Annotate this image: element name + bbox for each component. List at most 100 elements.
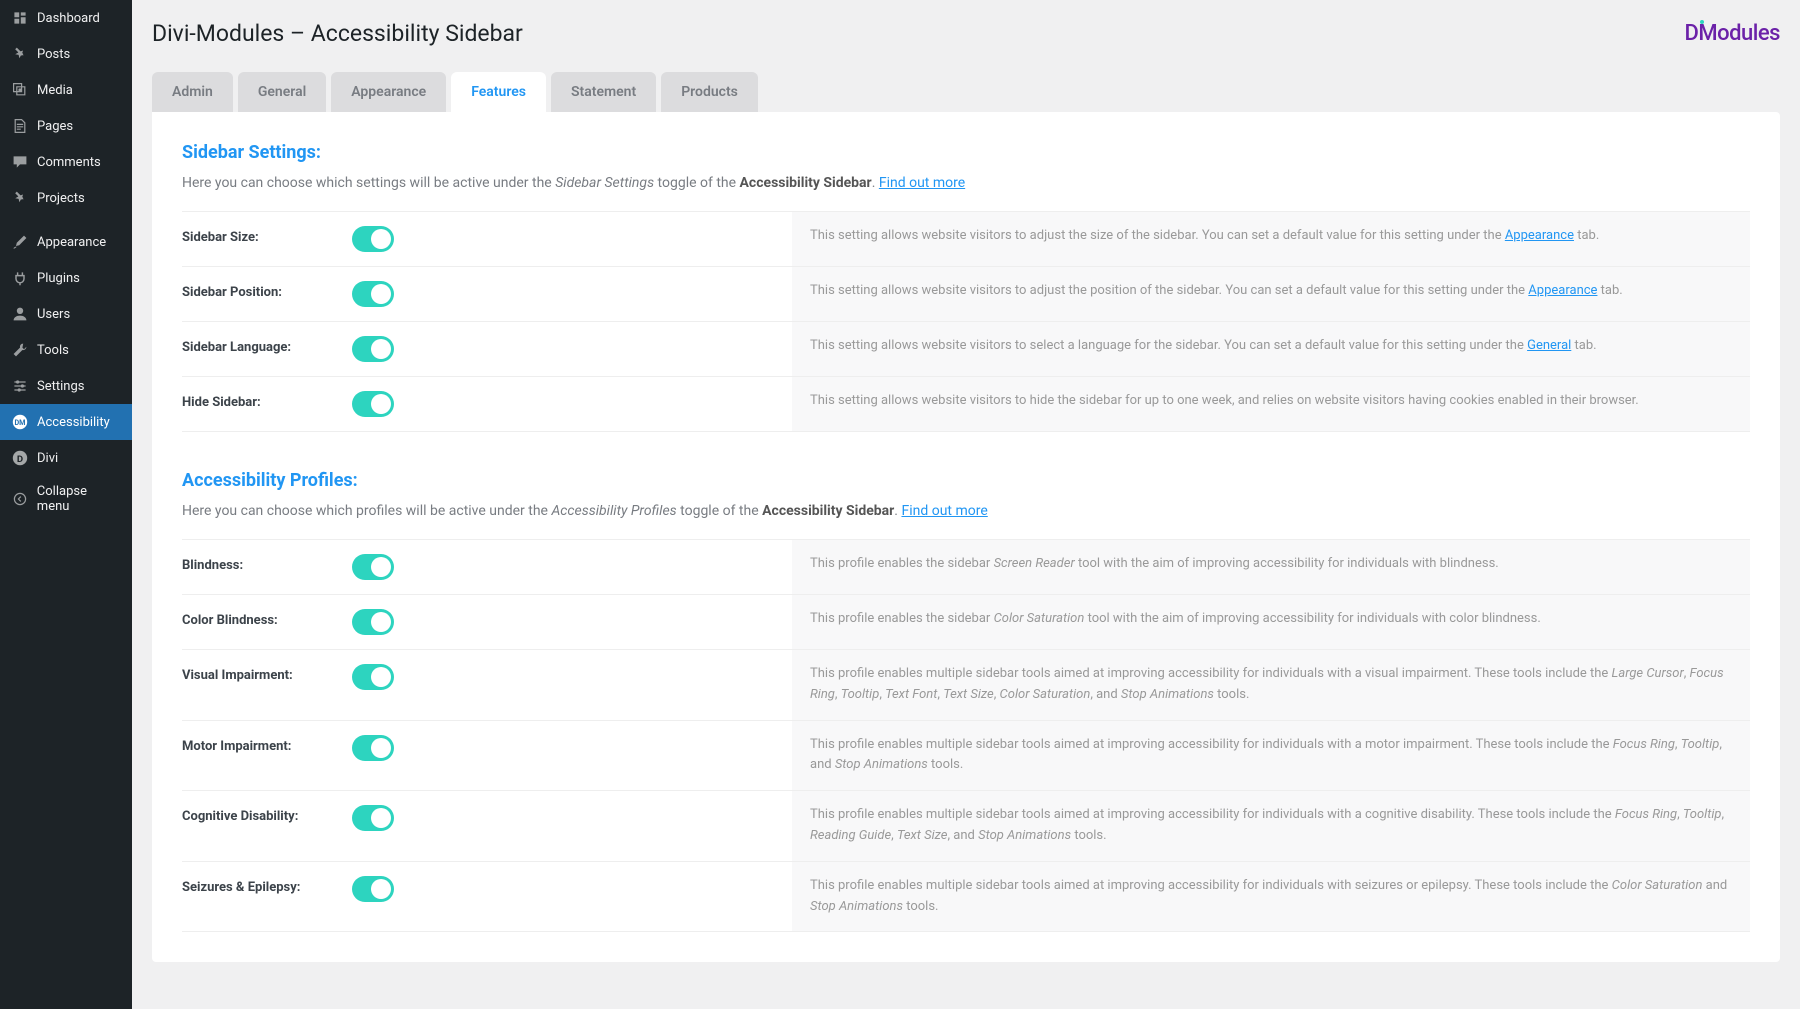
plug-icon [10, 268, 30, 288]
sidebar-item-projects[interactable]: Projects [0, 180, 132, 216]
brush-icon [10, 232, 30, 252]
sidebar-item-label: Accessibility [37, 415, 110, 430]
collapse-icon [10, 489, 30, 509]
sidebar-item-label: Plugins [37, 271, 80, 286]
d-icon: D [10, 448, 30, 468]
profile-row: Visual Impairment: This profile enables … [182, 650, 1750, 721]
sidebar-item-media[interactable]: Media [0, 72, 132, 108]
setting-description: This setting allows website visitors to … [792, 322, 1750, 377]
sidebar-item-plugins[interactable]: Plugins [0, 260, 132, 296]
sliders-icon [10, 376, 30, 396]
toggle-switch[interactable] [352, 226, 394, 252]
sidebar-item-label: Pages [37, 119, 73, 134]
tab-appearance[interactable]: Appearance [331, 72, 446, 112]
toggle-switch[interactable] [352, 336, 394, 362]
wrench-icon [10, 340, 30, 360]
section-intro: Here you can choose which settings will … [182, 175, 1750, 191]
profile-description: This profile enables the sidebar Color S… [792, 595, 1750, 650]
sidebar-item-label: Collapse menu [37, 484, 122, 514]
section-heading-accessibility-profiles: Accessibility Profiles: [182, 470, 1750, 491]
sidebar-item-settings[interactable]: Settings [0, 368, 132, 404]
toggle-switch[interactable] [352, 876, 394, 902]
profile-row: Cognitive Disability: This profile enabl… [182, 791, 1750, 862]
pin-icon [10, 44, 30, 64]
setting-description: This setting allows website visitors to … [792, 267, 1750, 322]
sidebar-item-label: Comments [37, 155, 101, 170]
setting-description: This setting allows website visitors to … [792, 212, 1750, 267]
toggle-switch[interactable] [352, 609, 394, 635]
toggle-switch[interactable] [352, 735, 394, 761]
setting-row: Hide Sidebar: This setting allows websit… [182, 377, 1750, 432]
setting-label: Sidebar Language: [182, 322, 352, 377]
desc-link[interactable]: General [1527, 338, 1571, 353]
sidebar-item-label: Settings [37, 379, 84, 394]
tab-features[interactable]: Features [451, 72, 546, 112]
toggle-switch[interactable] [352, 805, 394, 831]
wp-admin-sidebar: Dashboard Posts Media Pages Comments Pro… [0, 0, 132, 1009]
profile-row: Blindness: This profile enables the side… [182, 540, 1750, 595]
sidebar-item-dashboard[interactable]: Dashboard [0, 0, 132, 36]
setting-row: Sidebar Size: This setting allows websit… [182, 212, 1750, 267]
profile-label: Motor Impairment: [182, 720, 352, 791]
setting-description: This setting allows website visitors to … [792, 377, 1750, 432]
sidebar-item-accessibility[interactable]: DM Accessibility [0, 404, 132, 440]
profile-description: This profile enables the sidebar Screen … [792, 540, 1750, 595]
section-heading-sidebar-settings: Sidebar Settings: [182, 142, 1750, 163]
pin-icon [10, 188, 30, 208]
setting-label: Sidebar Size: [182, 212, 352, 267]
sidebar-item-label: Appearance [37, 235, 106, 250]
sidebar-item-label: Posts [37, 47, 70, 62]
tab-general[interactable]: General [238, 72, 326, 112]
sidebar-item-users[interactable]: Users [0, 296, 132, 332]
sidebar-item-divi[interactable]: D Divi [0, 440, 132, 476]
toggle-switch[interactable] [352, 554, 394, 580]
profile-label: Blindness: [182, 540, 352, 595]
desc-link[interactable]: Appearance [1505, 228, 1574, 243]
dm-icon: DM [10, 412, 30, 432]
profile-row: Color Blindness: This profile enables th… [182, 595, 1750, 650]
profile-label: Cognitive Disability: [182, 791, 352, 862]
profile-label: Visual Impairment: [182, 650, 352, 721]
sidebar-item-label: Projects [37, 191, 85, 206]
profile-description: This profile enables multiple sidebar to… [792, 650, 1750, 721]
tab-statement[interactable]: Statement [551, 72, 656, 112]
sidebar-item-label: Divi [37, 451, 58, 466]
brand-logo: DModules [1685, 21, 1780, 46]
sidebar-item-label: Media [37, 83, 73, 98]
page-title: Divi-Modules – Accessibility Sidebar [152, 20, 523, 47]
settings-panel: Sidebar Settings: Here you can choose wh… [152, 112, 1780, 962]
sidebar-item-comments[interactable]: Comments [0, 144, 132, 180]
setting-row: Sidebar Position: This setting allows we… [182, 267, 1750, 322]
tab-products[interactable]: Products [661, 72, 758, 112]
profile-description: This profile enables multiple sidebar to… [792, 861, 1750, 932]
sidebar-item-label: Users [37, 307, 70, 322]
sidebar-item-collapse-menu[interactable]: Collapse menu [0, 476, 132, 522]
sidebar-item-label: Dashboard [37, 11, 100, 26]
toggle-switch[interactable] [352, 281, 394, 307]
media-icon [10, 80, 30, 100]
toggle-switch[interactable] [352, 664, 394, 690]
profile-label: Color Blindness: [182, 595, 352, 650]
tabs: AdminGeneralAppearanceFeaturesStatementP… [152, 72, 1780, 112]
sidebar-item-tools[interactable]: Tools [0, 332, 132, 368]
toggle-switch[interactable] [352, 391, 394, 417]
main-content: Divi-Modules – Accessibility Sidebar DMo… [132, 0, 1800, 1009]
pages-icon [10, 116, 30, 136]
sidebar-item-posts[interactable]: Posts [0, 36, 132, 72]
find-out-more-link[interactable]: Find out more [879, 175, 965, 191]
desc-link[interactable]: Appearance [1528, 283, 1597, 298]
sidebar-item-appearance[interactable]: Appearance [0, 224, 132, 260]
profile-description: This profile enables multiple sidebar to… [792, 791, 1750, 862]
user-icon [10, 304, 30, 324]
comment-icon [10, 152, 30, 172]
tab-admin[interactable]: Admin [152, 72, 233, 112]
svg-text:D: D [17, 454, 23, 465]
setting-label: Sidebar Position: [182, 267, 352, 322]
find-out-more-link[interactable]: Find out more [901, 503, 987, 519]
profile-row: Motor Impairment: This profile enables m… [182, 720, 1750, 791]
dashboard-icon [10, 8, 30, 28]
sidebar-item-pages[interactable]: Pages [0, 108, 132, 144]
profile-description: This profile enables multiple sidebar to… [792, 720, 1750, 791]
profile-row: Seizures & Epilepsy: This profile enable… [182, 861, 1750, 932]
svg-text:DM: DM [15, 418, 26, 427]
